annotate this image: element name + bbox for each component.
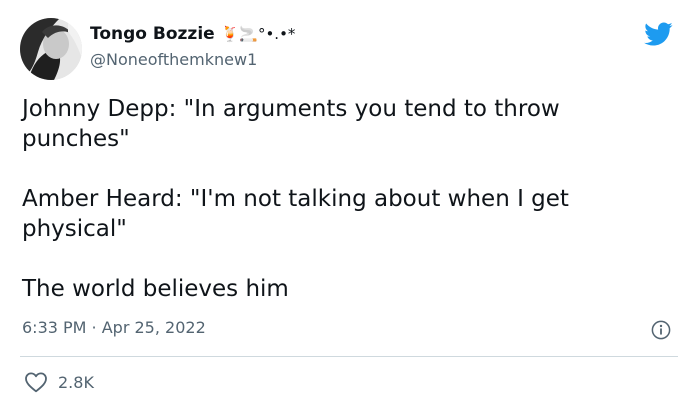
tweet-card: Tongo Bozzie 🍹🚬°•.•* @Noneofthemknew1 Jo… (0, 0, 700, 410)
divider (20, 356, 678, 357)
tweet-timestamp[interactable]: 6:33 PM · Apr 25, 2022 (22, 318, 206, 337)
heart-icon (25, 372, 47, 393)
display-name[interactable]: Tongo Bozzie 🍹🚬°•.•* (90, 24, 295, 44)
avatar-photo (20, 18, 82, 80)
display-name-text: Tongo Bozzie (90, 24, 215, 44)
twitter-bird-icon[interactable] (640, 19, 676, 49)
display-name-emoji: 🍹🚬°•.•* (220, 25, 296, 43)
like-button[interactable]: 2.8K (24, 371, 94, 393)
tweet-paragraph: The world believes him (22, 276, 289, 302)
info-icon[interactable] (651, 320, 671, 340)
tweet-paragraph: Johnny Depp: "In arguments you tend to t… (22, 96, 560, 152)
tweet-paragraph: Amber Heard: "I'm not talking about when… (22, 186, 569, 242)
tweet-text: Johnny Depp: "In arguments you tend to t… (22, 94, 672, 304)
like-count: 2.8K (58, 372, 94, 392)
user-handle[interactable]: @Noneofthemknew1 (90, 50, 257, 69)
avatar[interactable] (20, 18, 82, 80)
